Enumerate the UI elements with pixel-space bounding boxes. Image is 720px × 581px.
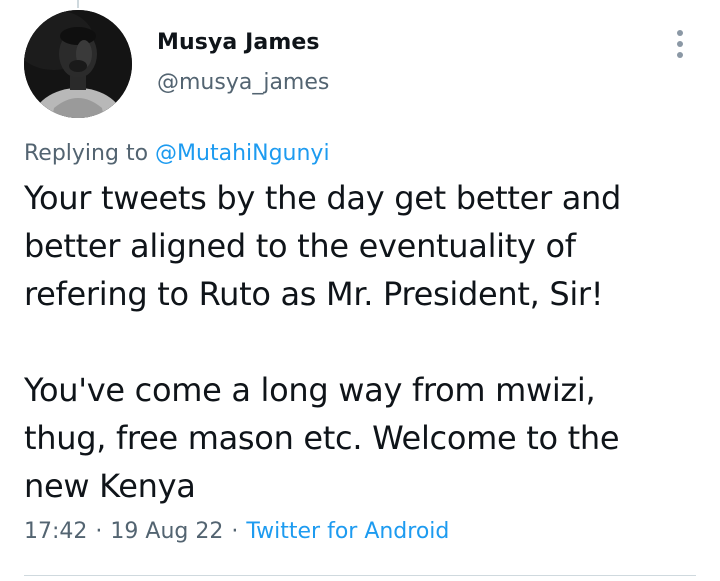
replying-to-label: Replying to <box>24 141 149 166</box>
reply-mention-link[interactable]: @MutahiNgunyi <box>155 141 330 166</box>
more-vertical-icon-dot <box>677 52 683 58</box>
author-handle[interactable]: @musya_james <box>157 70 329 95</box>
divider <box>24 575 696 576</box>
more-vertical-icon-dot <box>677 41 683 47</box>
thread-connector-line <box>77 0 79 8</box>
tweet-time[interactable]: 17:42 <box>24 519 87 544</box>
meta-separator: · <box>95 519 103 544</box>
tweet-line: better aligned to the eventuality of <box>24 227 576 265</box>
replying-to: Replying to @MutahiNgunyi <box>24 141 330 166</box>
tweet-line: You've come a long way from mwizi, <box>24 371 596 409</box>
tweet-text: Your tweets by the day get better and be… <box>24 174 704 510</box>
tweet-line: Your tweets by the day get better and <box>24 179 622 217</box>
tweet-line: new Kenya <box>24 467 196 505</box>
author-display-name[interactable]: Musya James <box>157 30 320 55</box>
more-vertical-icon <box>677 30 683 36</box>
tweet-date[interactable]: 19 Aug 22 <box>110 519 223 544</box>
tweet-metadata: 17:42 · 19 Aug 22 · Twitter for Android <box>24 519 449 544</box>
tweet-line: refering to Ruto as Mr. President, Sir! <box>24 275 604 313</box>
avatar-photo-icon <box>24 10 132 118</box>
tweet-source-link[interactable]: Twitter for Android <box>246 519 449 544</box>
meta-separator: · <box>231 519 239 544</box>
avatar[interactable] <box>24 10 132 118</box>
tweet-line: thug, free mason etc. Welcome to the <box>24 419 620 457</box>
more-options-button[interactable] <box>664 28 696 60</box>
